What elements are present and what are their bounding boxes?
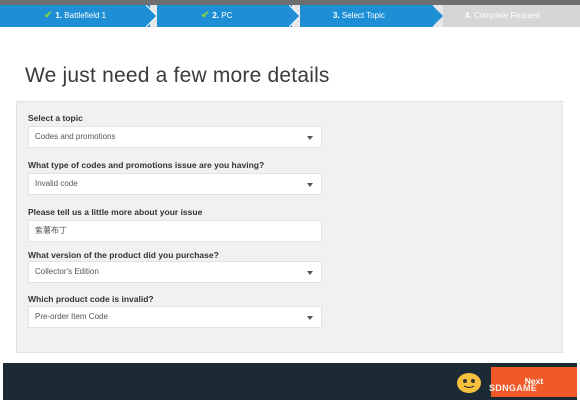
chevron-down-icon: [307, 271, 313, 275]
code-select-value: Pre-order Item Code: [35, 312, 108, 321]
watermark-text: SDNGAME: [489, 383, 538, 393]
chevron-down-icon: [307, 316, 313, 320]
details-input-value: 紫薯布丁: [35, 226, 67, 235]
issue-type-label: What type of codes and promotions issue …: [28, 160, 265, 170]
step-2-label: PC: [221, 11, 233, 20]
code-select[interactable]: Pre-order Item Code: [28, 306, 322, 328]
check-icon: ✔: [44, 10, 53, 21]
topic-label: Select a topic: [28, 113, 83, 123]
version-label: What version of the product did you purc…: [28, 250, 219, 260]
watermark-mascot-icon: [457, 373, 481, 393]
issue-type-select-value: Invalid code: [35, 179, 78, 188]
topic-select-value: Codes and promotions: [35, 132, 116, 141]
step-3[interactable]: 3. Select Topic: [300, 5, 433, 27]
version-select-value: Collector's Edition: [35, 267, 99, 276]
issue-type-select[interactable]: Invalid code: [28, 173, 322, 195]
page: ✔ 1. Battlefield 1 ✔ 2. PC 3. Select Topic…: [0, 0, 580, 402]
progress-stepper: ✔ 1. Battlefield 1 ✔ 2. PC 3. Select Topic…: [0, 5, 580, 27]
step-1-label: Battlefield 1: [64, 11, 107, 20]
chevron-down-icon: [307, 136, 313, 140]
step-4[interactable]: 4. Complete Request: [443, 5, 580, 27]
step-1[interactable]: ✔ 1. Battlefield 1: [0, 5, 150, 27]
check-icon: ✔: [201, 10, 210, 21]
version-select[interactable]: Collector's Edition: [28, 261, 322, 283]
step-4-label: Complete Request: [473, 11, 541, 20]
page-title: We just need a few more details: [25, 64, 330, 87]
details-label: Please tell us a little more about your …: [28, 207, 203, 217]
details-input[interactable]: 紫薯布丁: [28, 220, 322, 242]
step-2[interactable]: ✔ 2. PC: [157, 5, 292, 27]
step-3-label: Select Topic: [341, 11, 385, 20]
topic-select[interactable]: Codes and promotions: [28, 126, 322, 148]
code-label: Which product code is invalid?: [28, 294, 154, 304]
chevron-down-icon: [307, 183, 313, 187]
